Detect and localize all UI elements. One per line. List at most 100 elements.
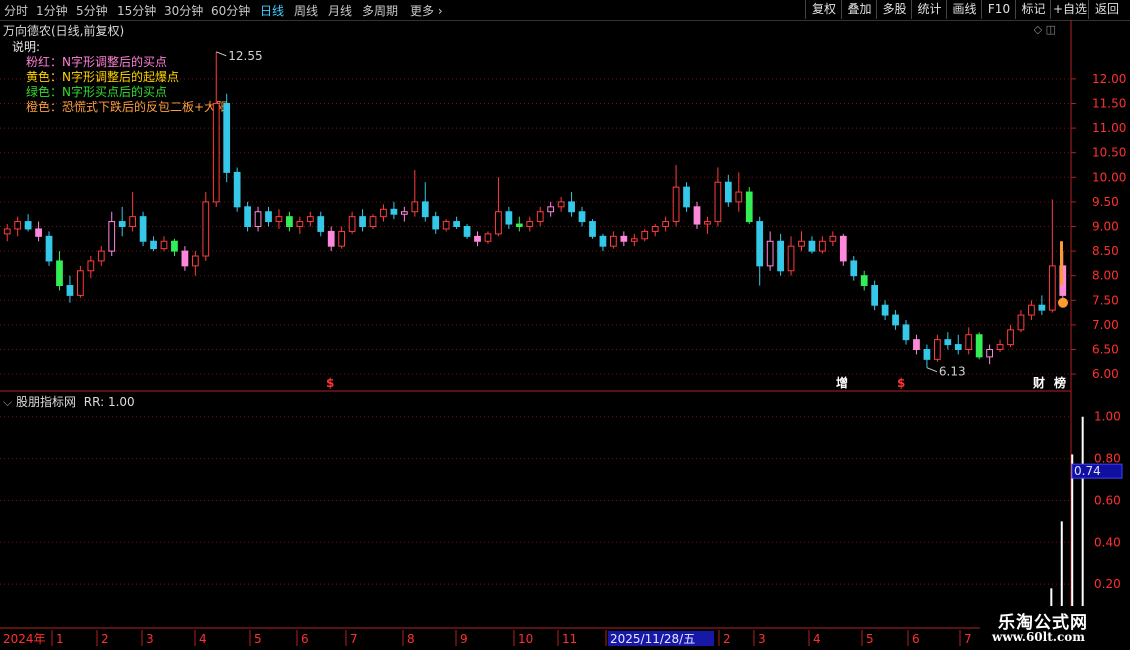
candle-body[interactable] [641, 230, 649, 240]
candle-body[interactable] [933, 339, 941, 360]
candle-body[interactable] [704, 221, 711, 225]
period-30min[interactable]: 30分钟 [164, 2, 203, 19]
multi-stock-button[interactable]: 多股 [876, 0, 912, 19]
candle-body[interactable] [380, 208, 387, 218]
candle-body[interactable] [1017, 314, 1025, 331]
candle-body[interactable] [191, 255, 199, 267]
candle-body[interactable] [787, 245, 795, 272]
candle-body[interactable] [975, 334, 983, 358]
candle-body[interactable] [484, 233, 492, 242]
candle-body[interactable] [881, 304, 889, 316]
maximize-icon[interactable]: ◫ [1046, 23, 1056, 36]
candle-body[interactable] [411, 201, 419, 213]
candle-body[interactable] [150, 240, 157, 250]
candle-body[interactable] [442, 221, 450, 230]
back-button[interactable]: 返回 [1088, 0, 1125, 19]
period-monthly[interactable]: 月线 [328, 2, 352, 19]
candle-body[interactable] [265, 211, 272, 223]
candle-body[interactable] [1059, 265, 1067, 296]
candle-body[interactable] [745, 191, 753, 223]
period-more[interactable]: 更多 › [410, 2, 443, 19]
candle-body[interactable] [766, 240, 774, 267]
candle-body[interactable] [965, 334, 973, 350]
candle-body[interactable] [756, 221, 764, 267]
candle-body[interactable] [306, 216, 314, 223]
candle-body[interactable] [3, 228, 11, 235]
candle-body[interactable] [672, 186, 680, 223]
stock-title[interactable]: 万向德农(日线,前复权) [3, 22, 124, 39]
candle-body[interactable] [798, 240, 805, 247]
candle-body[interactable] [944, 339, 952, 346]
candle-body[interactable] [160, 240, 168, 250]
statistics-button[interactable]: 统计 [911, 0, 947, 19]
candle-body[interactable] [244, 206, 251, 227]
period-1min[interactable]: 1分钟 [36, 2, 68, 19]
candle-body[interactable] [453, 221, 460, 227]
candle-body[interactable] [474, 235, 481, 242]
candle-body[interactable] [56, 260, 63, 287]
period-15min[interactable]: 15分钟 [117, 2, 156, 19]
candle-body[interactable] [620, 235, 628, 242]
candle-body[interactable] [630, 238, 638, 242]
candle-body[interactable] [463, 225, 471, 237]
candle-body[interactable] [839, 235, 847, 262]
candle-body[interactable] [338, 230, 346, 247]
candle-body[interactable] [568, 201, 575, 213]
candle-body[interactable] [536, 211, 544, 223]
indicator-name[interactable]: 股朋指标网 [16, 395, 76, 409]
f10-button[interactable]: F10 [981, 0, 1016, 19]
candle-body[interactable] [651, 225, 659, 232]
candle-body[interactable] [432, 216, 440, 230]
candle-body[interactable] [589, 221, 596, 237]
candle-body[interactable] [923, 348, 931, 360]
candle-body[interactable] [902, 324, 910, 341]
candle-body[interactable] [505, 211, 513, 225]
candle-body[interactable] [860, 275, 868, 287]
candle-body[interactable] [693, 206, 701, 225]
candle-body[interactable] [327, 230, 335, 247]
candle-body[interactable] [359, 216, 366, 227]
collapse-icon[interactable]: ⌵ [3, 395, 12, 409]
candle-body[interactable] [212, 102, 220, 203]
period-weekly[interactable]: 周线 [294, 2, 318, 19]
event-marker[interactable]: 增 [836, 375, 848, 390]
candle-body[interactable] [24, 221, 32, 230]
candle-body[interactable] [1028, 304, 1035, 316]
candle-body[interactable] [348, 216, 356, 232]
candle-body[interactable] [254, 211, 262, 227]
candle-body[interactable] [662, 221, 670, 227]
candle-body[interactable] [400, 211, 408, 215]
period-multi[interactable]: 多周期 [362, 2, 398, 19]
candle-body[interactable] [610, 235, 617, 247]
candle-body[interactable] [45, 235, 53, 262]
candle-body[interactable] [850, 260, 858, 277]
candle-body[interactable] [578, 211, 586, 223]
candle-body[interactable] [1007, 329, 1014, 346]
candle-body[interactable] [683, 186, 690, 208]
candle-body[interactable] [66, 285, 74, 296]
candle-body[interactable] [819, 240, 826, 252]
candle-body[interactable] [181, 250, 189, 267]
candle-body[interactable] [390, 208, 398, 215]
candle-body[interactable] [724, 181, 732, 203]
fuquan-button[interactable]: 复权 [805, 0, 842, 19]
candle-body[interactable] [171, 240, 178, 252]
candle-body[interactable] [954, 344, 962, 350]
candle-body[interactable] [139, 216, 147, 242]
candle-body[interactable] [317, 216, 325, 232]
candle-body[interactable] [996, 344, 1004, 350]
candle-body[interactable] [913, 339, 920, 350]
candle-body[interactable] [557, 201, 565, 208]
candle-body[interactable] [547, 206, 555, 213]
candle-body[interactable] [77, 270, 84, 296]
candle-body[interactable] [118, 221, 126, 227]
draw-line-button[interactable]: 画线 [946, 0, 982, 19]
candle-body[interactable] [777, 240, 784, 272]
diamond-icon[interactable]: ◇ [1034, 23, 1042, 36]
candle-body[interactable] [233, 171, 241, 208]
candle-body[interactable] [97, 250, 105, 262]
candle-body[interactable] [202, 201, 210, 257]
event-marker[interactable]: $ [897, 376, 905, 390]
mark-button[interactable]: 标记 [1015, 0, 1051, 19]
candle-body[interactable] [526, 221, 534, 227]
